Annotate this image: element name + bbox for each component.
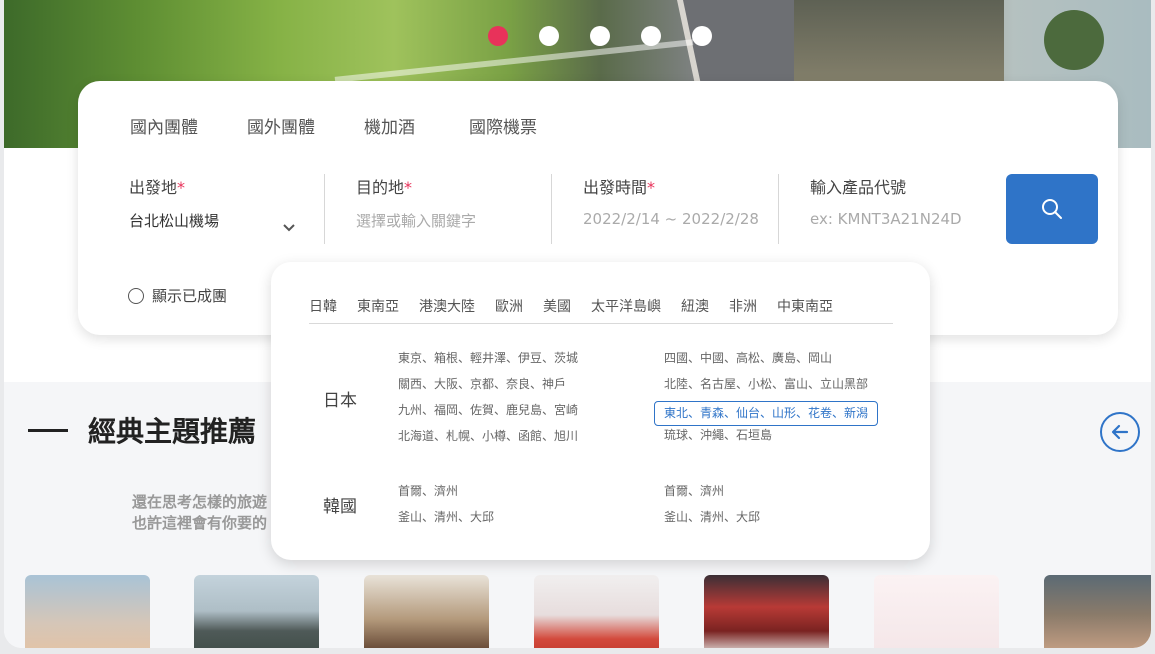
tab-international-flights[interactable]: 國際機票 xyxy=(469,113,537,138)
region-tab[interactable]: 港澳大陸 xyxy=(419,296,475,316)
chevron-down-icon[interactable] xyxy=(282,221,296,237)
date-value: 2022/2/14 ~ 2022/2/28 xyxy=(583,210,759,228)
theme-card-4[interactable] xyxy=(534,575,659,648)
destination-dropdown: 日韓 東南亞 港澳大陸 歐洲 美國 太平洋島嶼 紐澳 非洲 中東南亞 日本 東京… xyxy=(271,262,930,560)
destination-option[interactable]: 東京、箱根、輕井澤、伊豆、茨城 xyxy=(398,349,578,375)
carousel-dot-5[interactable] xyxy=(692,26,712,46)
carousel-dot-1[interactable] xyxy=(488,26,508,46)
date-label-text: 出發時間 xyxy=(583,178,648,197)
required-mark: * xyxy=(404,178,413,197)
date-label: 出發時間* xyxy=(583,174,773,198)
destination-option[interactable]: 關西、大阪、京都、奈良、神戶 xyxy=(398,375,578,401)
product-code-input[interactable]: ex: KMNT3A21N24D xyxy=(810,210,990,228)
search-icon xyxy=(1042,199,1062,219)
region-tabs: 日韓 東南亞 港澳大陸 歐洲 美國 太平洋島嶼 紐澳 非洲 中東南亞 xyxy=(309,296,893,316)
field-divider xyxy=(551,174,552,244)
destination-option[interactable]: 釜山、清州、大邱 xyxy=(398,508,494,534)
theme-card-3[interactable] xyxy=(364,575,489,648)
region-tab[interactable]: 太平洋島嶼 xyxy=(591,296,661,316)
carousel-dot-3[interactable] xyxy=(590,26,610,46)
destination-list-left: 首爾、濟州 釜山、清州、大邱 xyxy=(398,482,494,534)
field-divider xyxy=(324,174,325,244)
search-tabs: 國內團體 國外團體 機加酒 國際機票 xyxy=(130,113,586,138)
carousel-dot-4[interactable] xyxy=(641,26,661,46)
destination-option[interactable]: 首爾、濟州 xyxy=(398,482,494,508)
origin-label-text: 出發地 xyxy=(129,178,178,197)
destination-option[interactable]: 首爾、濟州 xyxy=(664,482,760,508)
destination-option[interactable]: 琉球、沖繩、石垣島 xyxy=(664,426,878,452)
theme-card-5[interactable] xyxy=(704,575,829,648)
product-code-field[interactable]: 輸入產品代號 ex: KMNT3A21N24D xyxy=(810,174,990,244)
country-label: 韓國 xyxy=(323,497,357,517)
radio-button[interactable] xyxy=(128,287,144,304)
section-title-text: 經典主題推薦 xyxy=(88,415,257,448)
carousel-dot-2[interactable] xyxy=(539,26,559,46)
region-tab[interactable]: 東南亞 xyxy=(357,296,399,316)
destination-option-selected[interactable]: 東北、青森、仙台、山形、花卷、新潟 xyxy=(654,401,878,426)
prev-arrow-button[interactable] xyxy=(1100,412,1140,452)
destination-option[interactable]: 四國、中國、高松、廣島、岡山 xyxy=(664,349,878,375)
tab-international-tour[interactable]: 國外團體 xyxy=(247,113,315,138)
destination-label: 目的地* xyxy=(356,174,536,198)
required-mark: * xyxy=(177,178,186,197)
destination-label-text: 目的地 xyxy=(356,178,405,197)
destination-list-right: 四國、中國、高松、廣島、岡山 北陸、名古屋、小松、富山、立山黑部 東北、青森、仙… xyxy=(654,349,878,452)
section-subtitle: 還在思考怎樣的旅遊 也許這裡會有你要的 xyxy=(132,492,267,534)
origin-label: 出發地* xyxy=(129,174,309,198)
subtitle-line-2: 也許這裡會有你要的 xyxy=(132,514,268,532)
destination-option[interactable]: 釜山、清州、大邱 xyxy=(664,508,760,534)
regions-divider xyxy=(309,323,893,324)
show-formed-toggle[interactable]: 顯示已成團 xyxy=(128,285,227,306)
search-button[interactable] xyxy=(1006,174,1098,244)
region-tab[interactable]: 非洲 xyxy=(729,296,757,316)
destination-list-left: 東京、箱根、輕井澤、伊豆、茨城 關西、大阪、京都、奈良、神戶 九州、福岡、佐賀、… xyxy=(398,349,578,453)
show-formed-label: 顯示已成團 xyxy=(152,287,228,305)
country-label: 日本 xyxy=(323,391,357,411)
tab-domestic-tour[interactable]: 國內團體 xyxy=(130,113,198,138)
destination-option[interactable]: 九州、福岡、佐賀、鹿兒島、宮崎 xyxy=(398,401,578,427)
theme-card-2[interactable] xyxy=(194,575,319,648)
title-bar xyxy=(28,428,68,432)
date-field[interactable]: 出發時間* 2022/2/14 ~ 2022/2/28 xyxy=(583,174,773,244)
destination-option[interactable]: 北陸、名古屋、小松、富山、立山黑部 xyxy=(664,375,878,401)
region-tab[interactable]: 歐洲 xyxy=(495,296,523,316)
region-tab[interactable]: 中東南亞 xyxy=(777,296,833,316)
theme-card-6[interactable] xyxy=(874,575,999,648)
destination-option[interactable]: 北海道、札幌、小樽、函館、旭川 xyxy=(398,427,578,453)
region-tab[interactable]: 日韓 xyxy=(309,296,337,316)
arrow-left-icon xyxy=(1111,424,1129,440)
tab-flight-hotel[interactable]: 機加酒 xyxy=(364,113,415,138)
theme-card-7[interactable] xyxy=(1044,575,1151,648)
theme-card-1[interactable] xyxy=(25,575,150,648)
hero-building-image xyxy=(794,0,1004,84)
carousel-dots xyxy=(488,26,712,46)
destination-list-right: 首爾、濟州 釜山、清州、大邱 xyxy=(664,482,760,534)
destination-input[interactable]: 選擇或輸入關鍵字 xyxy=(356,210,536,231)
page-frame: 經典主題推薦 還在思考怎樣的旅遊 也許這裡會有你要的 國內團體 國外團體 機加酒… xyxy=(4,0,1151,648)
required-mark: * xyxy=(647,178,656,197)
product-code-label: 輸入產品代號 xyxy=(810,178,907,197)
hero-tree-image xyxy=(1044,10,1104,70)
subtitle-line-1: 還在思考怎樣的旅遊 xyxy=(132,493,268,511)
region-tab[interactable]: 美國 xyxy=(543,296,571,316)
section-title: 經典主題推薦 xyxy=(28,410,256,450)
destination-field[interactable]: 目的地* 選擇或輸入關鍵字 xyxy=(356,174,536,244)
region-tab[interactable]: 紐澳 xyxy=(681,296,709,316)
field-divider xyxy=(778,174,779,244)
